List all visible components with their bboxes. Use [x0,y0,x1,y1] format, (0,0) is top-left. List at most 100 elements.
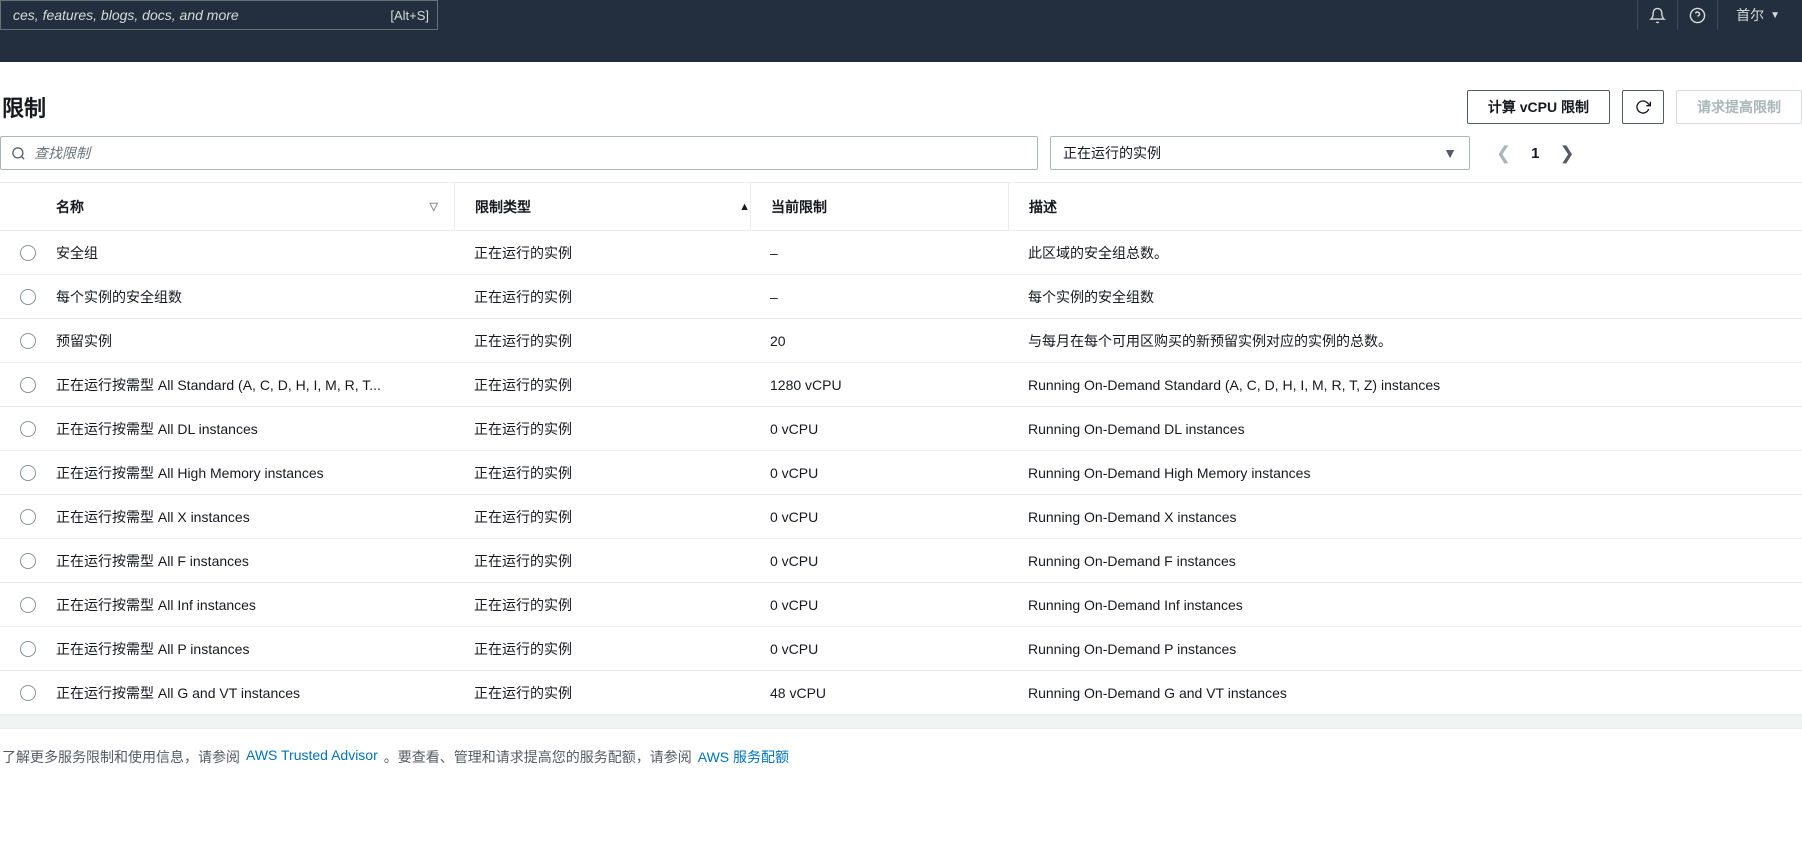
row-radio-cell [0,553,56,569]
cell-name: 安全组 [56,243,454,263]
row-radio-cell [0,333,56,349]
cell-type: 正在运行的实例 [454,551,750,571]
row-radio-cell [0,245,56,261]
row-radio-cell [0,421,56,437]
region-label: 首尔 [1736,5,1764,25]
row-radio-cell [0,685,56,701]
cell-limit: 0 vCPU [750,465,1008,481]
cell-limit: 0 vCPU [750,597,1008,613]
table-row[interactable]: 正在运行按需型 All G and VT instances正在运行的实例48 … [0,671,1802,715]
global-search[interactable]: ces, features, blogs, docs, and more [Al… [0,0,438,30]
top-nav: ces, features, blogs, docs, and more [Al… [0,0,1802,62]
sort-asc-icon: ▲ [739,201,750,213]
page-prev[interactable]: ❮ [1490,139,1517,168]
horizontal-scrollbar[interactable] [0,715,1802,729]
region-selector[interactable]: 首尔 ▼ [1717,0,1794,30]
col-header-limit[interactable]: 当前限制 [750,183,1008,230]
row-radio-cell [0,509,56,525]
cell-desc: Running On-Demand G and VT instances [1008,685,1802,701]
row-radio[interactable] [20,421,36,437]
cell-name: 正在运行按需型 All P instances [56,639,454,659]
row-radio-cell [0,289,56,305]
search-icon [11,146,26,161]
dropdown-value: 正在运行的实例 [1063,143,1161,163]
cell-type: 正在运行的实例 [454,419,750,439]
cell-type: 正在运行的实例 [454,683,750,703]
cell-desc: Running On-Demand P instances [1008,641,1802,657]
cell-name: 正在运行按需型 All G and VT instances [56,683,454,703]
chevron-down-icon: ▼ [1443,145,1457,161]
table-row[interactable]: 正在运行按需型 All Inf instances正在运行的实例0 vCPURu… [0,583,1802,627]
table-header: 名称 ▽ 限制类型 ▲ 当前限制 描述 [0,183,1802,231]
row-radio[interactable] [20,377,36,393]
cell-name: 正在运行按需型 All X instances [56,507,454,527]
row-radio-cell [0,597,56,613]
table-row[interactable]: 正在运行按需型 All X instances正在运行的实例0 vCPURunn… [0,495,1802,539]
cell-type: 正在运行的实例 [454,463,750,483]
nav-right: 首尔 ▼ [1637,0,1802,30]
row-radio[interactable] [20,289,36,305]
row-radio[interactable] [20,553,36,569]
page-next[interactable]: ❯ [1553,139,1580,168]
limits-table: 名称 ▽ 限制类型 ▲ 当前限制 描述 安全组正在运行的实例–此区域的安全组总数… [0,182,1802,715]
row-radio[interactable] [20,685,36,701]
col-header-desc[interactable]: 描述 [1008,183,1802,230]
col-header-name[interactable]: 名称 ▽ [56,183,454,230]
refresh-button[interactable] [1622,90,1664,124]
row-radio[interactable] [20,465,36,481]
cell-name: 正在运行按需型 All DL instances [56,419,454,439]
row-radio[interactable] [20,509,36,525]
cell-limit: 1280 vCPU [750,377,1008,393]
service-quotas-link[interactable]: AWS 服务配额 [698,747,789,767]
cell-type: 正在运行的实例 [454,243,750,263]
cell-desc: 与每月在每个可用区购买的新预留实例对应的实例的总数。 [1008,331,1802,351]
chevron-down-icon: ▼ [1770,10,1780,21]
notifications-icon[interactable] [1637,0,1677,30]
table-row[interactable]: 正在运行按需型 All High Memory instances正在运行的实例… [0,451,1802,495]
row-radio[interactable] [20,333,36,349]
cell-type: 正在运行的实例 [454,375,750,395]
table-row[interactable]: 正在运行按需型 All F instances正在运行的实例0 vCPURunn… [0,539,1802,583]
table-row[interactable]: 正在运行按需型 All Standard (A, C, D, H, I, M, … [0,363,1802,407]
col-header-type[interactable]: 限制类型 ▲ [454,183,750,230]
global-search-placeholder: ces, features, blogs, docs, and more [9,7,382,23]
filter-search[interactable] [0,136,1038,170]
row-radio-cell [0,641,56,657]
request-increase-button[interactable]: 请求提高限制 [1676,90,1802,124]
cell-limit: – [750,289,1008,305]
refresh-icon [1635,99,1651,115]
cell-type: 正在运行的实例 [454,595,750,615]
help-icon[interactable] [1677,0,1717,30]
table-row[interactable]: 每个实例的安全组数正在运行的实例–每个实例的安全组数 [0,275,1802,319]
filter-row: 正在运行的实例 ▼ ❮ 1 ❯ [0,136,1802,182]
page-header: 限制 计算 vCPU 限制 请求提高限制 [0,62,1802,136]
cell-desc: Running On-Demand Standard (A, C, D, H, … [1008,377,1802,393]
filter-search-input[interactable] [34,145,1027,161]
trusted-advisor-link[interactable]: AWS Trusted Advisor [246,747,378,767]
cell-limit: 48 vCPU [750,685,1008,701]
limit-type-dropdown[interactable]: 正在运行的实例 ▼ [1050,136,1470,170]
row-radio[interactable] [20,597,36,613]
row-radio[interactable] [20,245,36,261]
pagination: ❮ 1 ❯ [1490,139,1581,168]
cell-name: 正在运行按需型 All F instances [56,551,454,571]
table-row[interactable]: 预留实例正在运行的实例20与每月在每个可用区购买的新预留实例对应的实例的总数。 [0,319,1802,363]
cell-limit: 20 [750,333,1008,349]
table-row[interactable]: 正在运行按需型 All DL instances正在运行的实例0 vCPURun… [0,407,1802,451]
cell-desc: Running On-Demand F instances [1008,553,1802,569]
cell-name: 每个实例的安全组数 [56,287,454,307]
cell-desc: 此区域的安全组总数。 [1008,243,1802,263]
table-row[interactable]: 安全组正在运行的实例–此区域的安全组总数。 [0,231,1802,275]
cell-desc: Running On-Demand High Memory instances [1008,465,1802,481]
row-radio-cell [0,465,56,481]
table-row[interactable]: 正在运行按需型 All P instances正在运行的实例0 vCPURunn… [0,627,1802,671]
row-radio[interactable] [20,641,36,657]
cell-limit: – [750,245,1008,261]
calc-vcpu-button[interactable]: 计算 vCPU 限制 [1467,90,1610,124]
cell-type: 正在运行的实例 [454,507,750,527]
table-body: 安全组正在运行的实例–此区域的安全组总数。每个实例的安全组数正在运行的实例–每个… [0,231,1802,715]
cell-limit: 0 vCPU [750,553,1008,569]
page-number: 1 [1525,145,1545,162]
cell-desc: Running On-Demand DL instances [1008,421,1802,437]
row-radio-cell [0,377,56,393]
